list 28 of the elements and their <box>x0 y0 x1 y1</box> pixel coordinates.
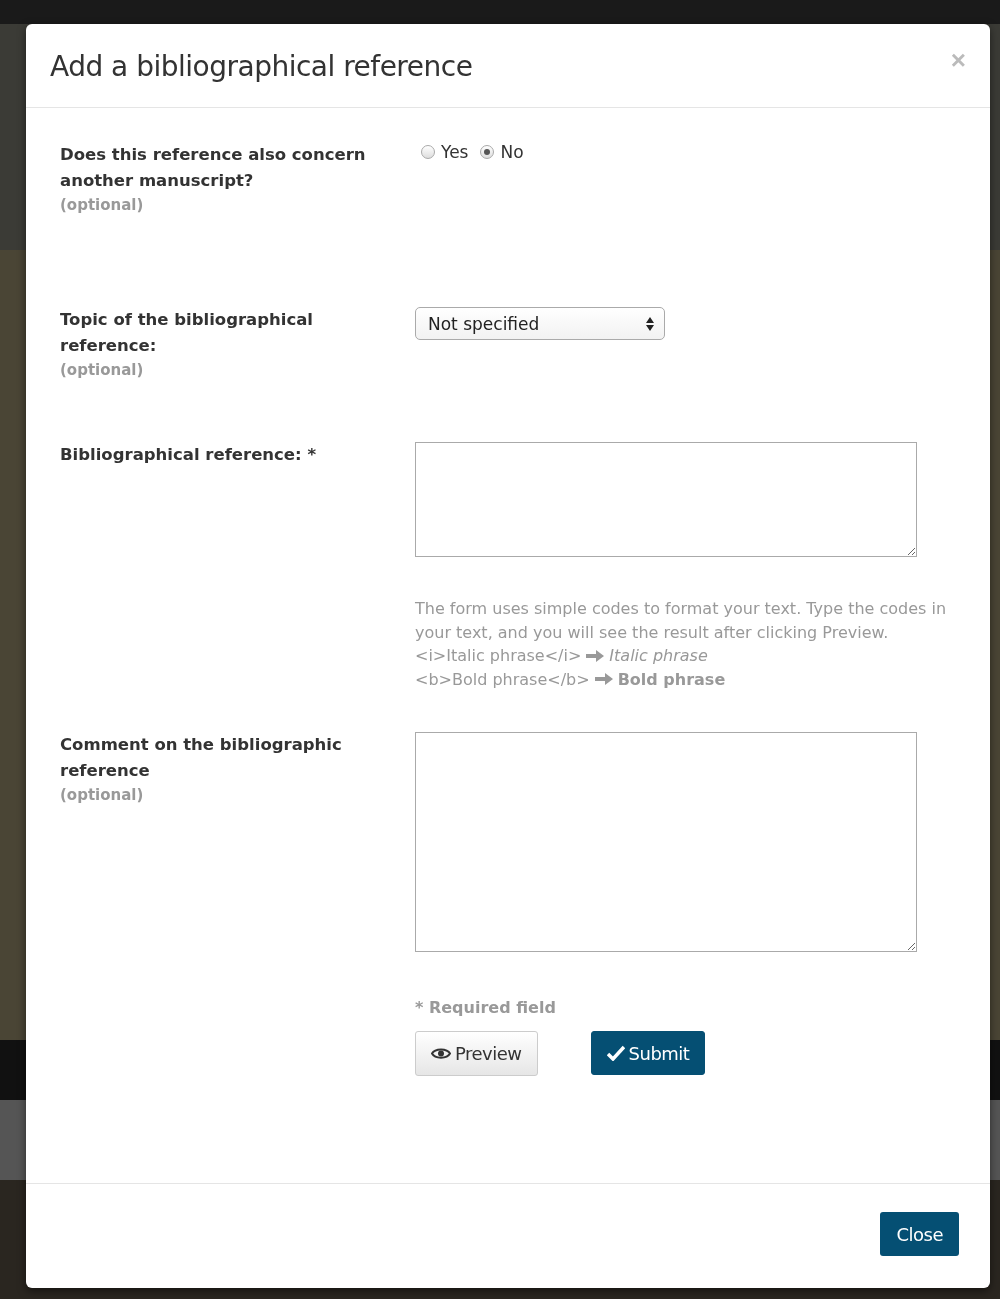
required-note: * Required field <box>415 998 557 1017</box>
field-label: Comment on the bibliographic reference <box>60 734 343 782</box>
radio-label[interactable]: Yes <box>441 142 469 162</box>
help-text: The form uses simple codes to format your text. Type the codes in your text, and you will see the result after clicking Preview. <box>415 598 948 644</box>
radio-button[interactable] <box>421 145 435 159</box>
field-label: Topic of the bibliographical reference: <box>60 309 314 357</box>
topic-dropdown[interactable]: Not specified <box>415 307 665 340</box>
formatted-example: Bold phrase <box>617 668 726 691</box>
formatted-example: Italic phrase <box>609 645 708 667</box>
close-button[interactable]: Close <box>880 1212 959 1256</box>
code-example: <b>Bold phrase</b> <box>415 668 590 691</box>
optional-note: (optional) <box>60 785 145 806</box>
arrow-icon <box>586 649 605 662</box>
optional-note: (optional) <box>60 195 145 216</box>
optional-note: (optional) <box>60 360 145 381</box>
field-label: Does this reference also concern another manuscript? <box>60 144 367 192</box>
submit-button[interactable]: Submit <box>590 1031 706 1075</box>
arrow-icon <box>594 673 613 686</box>
code-example: <i>Italic phrase</i> <box>415 645 582 667</box>
check-icon <box>606 1045 625 1061</box>
radio-label[interactable]: No <box>500 142 524 162</box>
updown-caret-icon <box>646 316 654 331</box>
radio-button[interactable] <box>480 145 495 159</box>
text-area[interactable] <box>415 442 917 557</box>
eye-icon <box>431 1047 451 1060</box>
field-label: Bibliographical reference: * <box>60 444 318 466</box>
dialog-title: Add a bibliographical reference <box>50 50 473 83</box>
preview-button[interactable]: Preview <box>415 1031 538 1076</box>
